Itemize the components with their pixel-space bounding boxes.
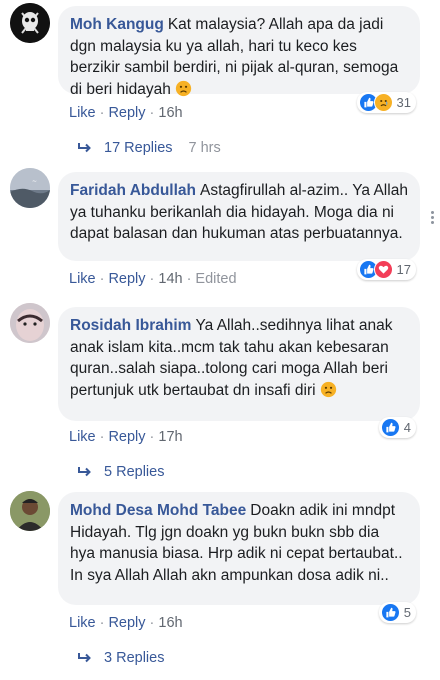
reaction-count: 5 [403, 605, 411, 620]
reaction-summary[interactable]: 5 [378, 602, 416, 623]
comment-bubble: Mohd Desa Mohd Tabee Doakn adik ini mndpt… [58, 492, 420, 605]
comment-time[interactable]: 14h [158, 271, 182, 287]
replies-count[interactable]: 3 Replies [104, 650, 164, 666]
reaction-summary[interactable]: 17 [356, 259, 416, 280]
reply-link[interactable]: Reply [108, 271, 145, 287]
reply-link[interactable]: Reply [108, 105, 145, 121]
svg-text:~: ~ [32, 178, 37, 185]
like-link[interactable]: Like [69, 429, 96, 445]
more-options-icon[interactable] [430, 210, 434, 226]
reaction-count: 17 [396, 262, 411, 277]
comment-author[interactable]: Moh Kangug [70, 16, 164, 33]
replies-count[interactable]: 17 Replies [104, 140, 173, 156]
person-avatar-image [10, 491, 50, 531]
comment-actions: Like · Reply · 16h [69, 615, 183, 631]
comment-actions: Like · Reply · 17h [69, 429, 183, 445]
person-avatar-image [10, 303, 50, 343]
reaction-count: 4 [403, 420, 411, 435]
replies-time: 7 hrs [188, 140, 221, 156]
like-reaction-icon [380, 603, 400, 622]
like-reaction-icon [380, 418, 400, 437]
view-replies[interactable]: 5 Replies [78, 464, 164, 480]
reply-arrow-icon [78, 467, 91, 477]
sad-reaction-icon [373, 93, 393, 112]
comment-author[interactable]: Mohd Desa Mohd Tabee [70, 502, 246, 519]
reply-link[interactable]: Reply [108, 429, 145, 445]
like-link[interactable]: Like [69, 615, 96, 631]
reply-link[interactable]: Reply [108, 615, 145, 631]
comment-author[interactable]: Faridah Abdullah [70, 182, 196, 199]
comment-bubble: Faridah Abdullah Astagfirullah al-azim.. … [58, 172, 420, 261]
comment-time[interactable]: 16h [158, 105, 182, 121]
comment-actions: Like · Reply · 16h [69, 105, 183, 121]
avatar[interactable] [10, 491, 50, 531]
landscape-avatar-image: ~ [10, 168, 50, 208]
like-link[interactable]: Like [69, 271, 96, 287]
sad-face-emoji-icon [320, 381, 337, 397]
love-reaction-icon [373, 260, 393, 279]
comment-time[interactable]: 17h [158, 429, 182, 445]
reply-arrow-icon [78, 653, 91, 663]
avatar[interactable] [10, 3, 50, 43]
comment-actions: Like · Reply · 14h · Edited [69, 271, 237, 287]
reaction-summary[interactable]: 4 [378, 417, 416, 438]
comment-bubble: Moh Kangug Kat malaysia? Allah apa da jad… [58, 6, 420, 98]
avatar[interactable] [10, 303, 50, 343]
edited-label[interactable]: Edited [195, 271, 236, 287]
reaction-count: 31 [396, 95, 411, 110]
sad-face-emoji-icon [175, 80, 192, 96]
comment-time[interactable]: 16h [158, 615, 182, 631]
comment-bubble: Rosidah Ibrahim Ya Allah..sedihnya lihat … [58, 307, 420, 421]
view-replies[interactable]: 3 Replies [78, 650, 164, 666]
replies-count[interactable]: 5 Replies [104, 464, 164, 480]
reaction-summary[interactable]: 31 [356, 92, 416, 113]
like-link[interactable]: Like [69, 105, 96, 121]
reply-arrow-icon [78, 143, 91, 153]
comment-author[interactable]: Rosidah Ibrahim [70, 317, 191, 334]
avatar[interactable]: ~ [10, 168, 50, 208]
skull-avatar-image [10, 3, 50, 43]
view-replies[interactable]: 17 Replies 7 hrs [78, 140, 221, 156]
